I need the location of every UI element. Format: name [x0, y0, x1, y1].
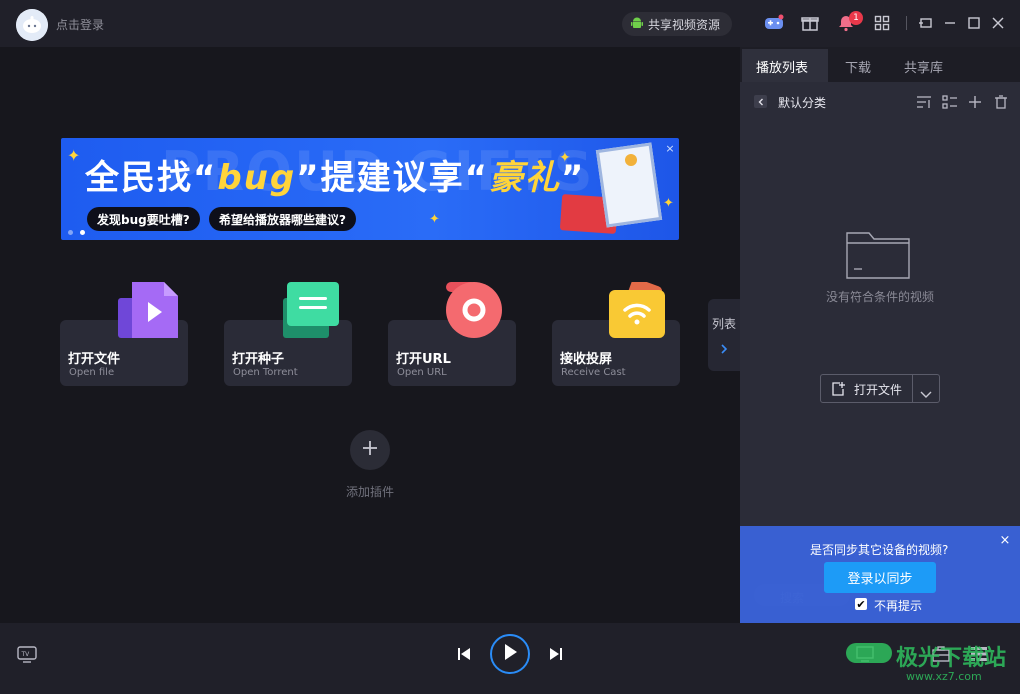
card-subtitle: Open URL: [397, 367, 447, 378]
prev-icon[interactable]: [453, 643, 475, 665]
sparkle-icon: ✦: [429, 212, 440, 227]
open-file-icon: [831, 381, 845, 400]
sync-close-icon[interactable]: ×: [998, 533, 1012, 548]
close-icon[interactable]: [987, 12, 1009, 34]
torrent-icon: [283, 282, 343, 340]
avatar-icon[interactable]: [16, 9, 48, 41]
carousel-dot[interactable]: [68, 230, 73, 235]
list-view-icon[interactable]: [942, 94, 958, 113]
chevron-right-icon: [719, 340, 729, 359]
promo-banner[interactable]: PROUD GIFTS ✦ ✦ ✦ ✦ 全民找“bug”提建议享“豪礼” 发现b…: [61, 138, 679, 240]
sync-question: 是否同步其它设备的视频?: [810, 543, 949, 557]
login-link[interactable]: 点击登录: [56, 16, 104, 33]
card-subtitle: Open file: [69, 367, 115, 378]
chevron-left-icon[interactable]: [754, 95, 767, 108]
url-icon: [444, 282, 504, 340]
sort-icon[interactable]: [916, 94, 932, 113]
medal-icon: [625, 154, 637, 166]
minimize-icon[interactable]: [939, 12, 961, 34]
open-file-button-label: 打开文件: [854, 383, 903, 397]
banner-pill-bug: 发现bug要吐槽?: [87, 207, 200, 231]
plus-icon: [361, 439, 379, 461]
svg-text:TV: TV: [21, 651, 31, 658]
carousel-dot-active[interactable]: [80, 230, 85, 235]
android-icon: [630, 16, 644, 33]
category-label[interactable]: 默认分类: [778, 94, 826, 111]
card-title: 打开URL: [396, 352, 451, 367]
video-file-icon: [118, 282, 178, 340]
card-title: 接收投屏: [560, 352, 613, 367]
card-title: 打开文件: [68, 352, 121, 367]
dont-show-again-label: 不再提示: [874, 599, 923, 613]
dont-show-again-checkbox[interactable]: ✔: [855, 598, 867, 610]
sparkle-icon: ✦: [663, 196, 674, 211]
mini-mode-icon[interactable]: [915, 12, 937, 34]
game-icon[interactable]: [763, 12, 785, 34]
apps-icon[interactable]: [871, 12, 893, 34]
card-subtitle: Receive Cast: [561, 367, 626, 378]
share-video-resources-button[interactable]: 共享视频资源: [622, 12, 732, 36]
button-divider: [912, 375, 913, 402]
login-sync-button[interactable]: 登录以同步: [824, 562, 936, 593]
banner-title: 全民找“bug”提建议享“豪礼”: [85, 158, 586, 198]
watermark-url: www.xz7.com: [906, 670, 982, 683]
title-bar: [0, 0, 1020, 47]
list-toggle-label: 列表: [712, 317, 737, 331]
watermark-text: 极光下载站: [896, 646, 1007, 671]
tab-playlist[interactable]: 播放列表: [756, 57, 808, 76]
card-subtitle: Open Torrent: [233, 367, 298, 378]
add-icon[interactable]: [968, 94, 982, 113]
gift-icon[interactable]: [799, 12, 821, 34]
play-icon: [502, 643, 518, 665]
empty-state-text: 没有符合条件的视频: [826, 290, 935, 304]
tab-shared-library[interactable]: 共享库: [904, 57, 943, 76]
share-button-label: 共享视频资源: [648, 17, 721, 32]
banner-close-icon[interactable]: ×: [663, 141, 677, 155]
play-button[interactable]: [490, 634, 530, 674]
tv-icon[interactable]: TV: [16, 643, 38, 665]
title-divider: [906, 16, 907, 30]
banner-pill-suggestion: 希望给播放器哪些建议?: [209, 207, 356, 231]
add-plugin-label: 添加插件: [346, 485, 395, 499]
chevron-down-icon[interactable]: [920, 384, 932, 403]
watermark-logo: [846, 643, 892, 663]
folder-icon: [846, 231, 910, 279]
cast-icon: [609, 278, 669, 340]
tab-download[interactable]: 下载: [845, 57, 871, 76]
trash-icon[interactable]: [994, 94, 1008, 113]
list-toggle-tab[interactable]: [708, 299, 740, 371]
sparkle-icon: ✦: [67, 146, 81, 165]
card-title: 打开种子: [232, 352, 285, 367]
add-plugin-button[interactable]: [350, 430, 390, 470]
next-icon[interactable]: [545, 643, 567, 665]
notification-badge: 1: [849, 11, 863, 25]
maximize-icon[interactable]: [963, 12, 985, 34]
